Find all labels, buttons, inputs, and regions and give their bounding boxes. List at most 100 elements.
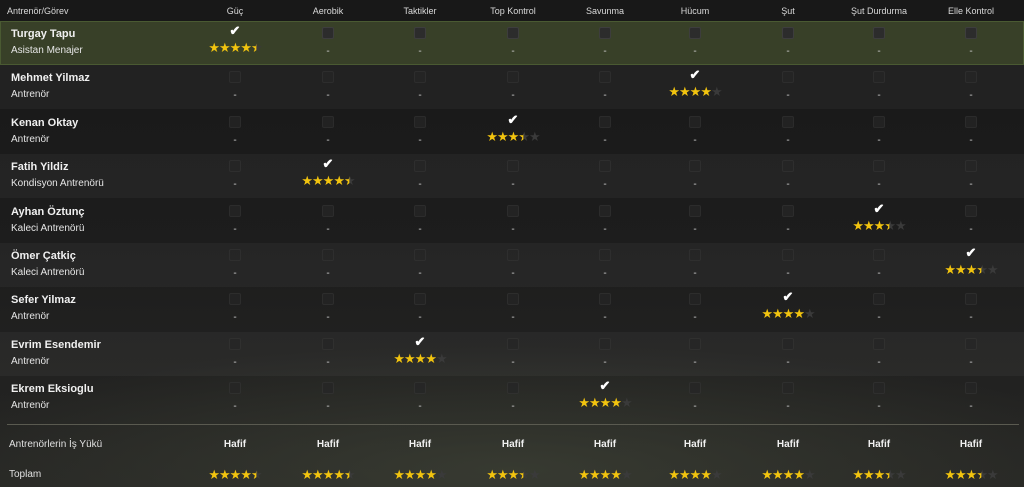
assignment-checkbox[interactable] <box>965 115 977 128</box>
assignment-checkbox[interactable] <box>599 293 611 306</box>
assignment-checkbox[interactable] <box>229 71 241 84</box>
coach-row[interactable]: Kenan OktayAntrenör---✔★★★★★----- <box>0 110 1024 154</box>
assignment-checkbox[interactable] <box>507 249 519 261</box>
check-icon[interactable]: ✔ <box>964 246 978 260</box>
column-header[interactable]: Güç <box>185 6 285 16</box>
assignment-checkbox[interactable] <box>782 27 794 39</box>
assignment-checkbox[interactable] <box>507 27 519 39</box>
assignment-checkbox[interactable] <box>507 71 519 84</box>
coach-name[interactable]: Ömer Çatkiç <box>11 250 76 262</box>
assignment-checkbox[interactable] <box>599 337 611 350</box>
assignment-checkbox[interactable] <box>782 249 794 261</box>
assignment-checkbox[interactable] <box>689 382 701 395</box>
assignment-checkbox[interactable] <box>229 204 241 217</box>
coach-name[interactable]: Kenan Oktay <box>11 117 78 129</box>
assignment-checkbox[interactable] <box>229 160 241 173</box>
assignment-checkbox[interactable] <box>965 382 977 395</box>
assignment-checkbox[interactable] <box>782 160 794 173</box>
assignment-checkbox[interactable] <box>599 27 611 39</box>
column-header[interactable]: Şut <box>738 6 838 16</box>
assignment-checkbox[interactable] <box>599 115 611 128</box>
assignment-checkbox[interactable] <box>965 337 977 350</box>
coach-row[interactable]: Mehmet Yilmaz Antrenör - - - - - ✔ ★★★★★ - - - <box>0 65 1024 110</box>
assignment-checkbox[interactable] <box>873 71 885 84</box>
column-header[interactable]: Top Kontrol <box>463 6 563 16</box>
check-icon[interactable]: ✔ <box>413 334 427 349</box>
check-icon[interactable]: ✔ <box>321 157 335 171</box>
assignment-checkbox[interactable] <box>873 293 885 306</box>
assignment-checkbox[interactable] <box>782 337 794 350</box>
assignment-checkbox[interactable] <box>873 27 885 39</box>
assignment-checkbox[interactable] <box>873 249 885 261</box>
assignment-checkbox[interactable] <box>782 71 794 84</box>
assignment-checkbox[interactable] <box>414 71 426 84</box>
coach-name[interactable]: Evrim Esendemir <box>11 339 101 351</box>
assignment-checkbox[interactable] <box>414 115 426 128</box>
coach-name[interactable]: Sefer Yilmaz <box>11 294 76 306</box>
coach-row[interactable]: Ekrem Eksioglu Antrenör - - - - ✔ ★★★★★ - - - - <box>0 376 1024 420</box>
check-icon[interactable]: ✔ <box>688 68 702 82</box>
assignment-checkbox[interactable] <box>782 115 794 128</box>
assignment-checkbox[interactable] <box>599 204 611 217</box>
assignment-checkbox[interactable] <box>507 160 519 173</box>
assignment-checkbox[interactable] <box>414 204 426 217</box>
column-header[interactable]: Hücum <box>645 6 745 16</box>
assignment-checkbox[interactable] <box>322 204 334 217</box>
coach-row[interactable]: Turgay TapuAsistan Menajer✔★★★★★-------- <box>0 21 1024 65</box>
assignment-checkbox[interactable] <box>689 337 701 350</box>
assignment-checkbox[interactable] <box>873 160 885 173</box>
assignment-checkbox[interactable] <box>414 249 426 261</box>
assignment-checkbox[interactable] <box>689 27 701 39</box>
column-header[interactable]: Savunma <box>555 6 655 16</box>
coach-row[interactable]: Ayhan Öztunç Kaleci Antrenörü - - - - - - - ✔ ★★★★… <box>0 199 1024 243</box>
assignment-checkbox[interactable] <box>507 293 519 306</box>
coach-row[interactable]: Sefer Yilmaz Antrenör - - - - - - ✔ ★★★★★ - - <box>0 287 1024 331</box>
check-icon[interactable]: ✔ <box>781 290 795 304</box>
assignment-checkbox[interactable] <box>322 293 334 306</box>
assignment-checkbox[interactable] <box>322 337 334 350</box>
column-header[interactable]: Aerobik <box>278 6 378 16</box>
assignment-checkbox[interactable] <box>873 382 885 395</box>
assignment-checkbox[interactable] <box>965 293 977 306</box>
assignment-checkbox[interactable] <box>322 71 334 84</box>
column-header-coach-role[interactable]: Antrenör/Görev <box>7 6 69 16</box>
coach-row[interactable]: Evrim Esendemir Antrenör - - ✔ ★★★★★ - - - - - - <box>0 331 1024 376</box>
assignment-checkbox[interactable] <box>689 249 701 261</box>
assignment-checkbox[interactable] <box>414 293 426 306</box>
column-header[interactable]: Şut Durdurma <box>829 6 929 16</box>
assignment-checkbox[interactable] <box>322 115 334 128</box>
assignment-checkbox[interactable] <box>689 204 701 217</box>
assignment-checkbox[interactable] <box>599 160 611 173</box>
check-icon[interactable]: ✔ <box>228 24 242 38</box>
assignment-checkbox[interactable] <box>414 160 426 173</box>
assignment-checkbox[interactable] <box>599 249 611 261</box>
column-header[interactable]: Taktikler <box>370 6 470 16</box>
assignment-checkbox[interactable] <box>322 382 334 395</box>
assignment-checkbox[interactable] <box>229 337 241 350</box>
assignment-checkbox[interactable] <box>965 71 977 84</box>
coach-name[interactable]: Ayhan Öztunç <box>11 206 85 218</box>
assignment-checkbox[interactable] <box>322 27 334 39</box>
assignment-checkbox[interactable] <box>965 27 977 39</box>
assignment-checkbox[interactable] <box>229 382 241 395</box>
assignment-checkbox[interactable] <box>414 27 426 39</box>
check-icon[interactable]: ✔ <box>872 201 886 216</box>
coach-name[interactable]: Ekrem Eksioglu <box>11 383 94 395</box>
check-icon[interactable]: ✔ <box>506 112 520 127</box>
assignment-checkbox[interactable] <box>229 293 241 306</box>
assignment-checkbox[interactable] <box>507 204 519 217</box>
assignment-checkbox[interactable] <box>782 382 794 395</box>
assignment-checkbox[interactable] <box>873 115 885 128</box>
coach-row[interactable]: Ömer Çatkiç Kaleci Antrenörü - - - - - - - - ✔ ★★★★… <box>0 243 1024 287</box>
coach-name[interactable]: Fatih Yildiz <box>11 161 68 173</box>
assignment-checkbox[interactable] <box>599 71 611 84</box>
assignment-checkbox[interactable] <box>689 115 701 128</box>
assignment-checkbox[interactable] <box>507 382 519 395</box>
assignment-checkbox[interactable] <box>414 382 426 395</box>
assignment-checkbox[interactable] <box>322 249 334 261</box>
check-icon[interactable]: ✔ <box>598 379 612 393</box>
assignment-checkbox[interactable] <box>873 337 885 350</box>
assignment-checkbox[interactable] <box>782 204 794 217</box>
assignment-checkbox[interactable] <box>229 115 241 128</box>
assignment-checkbox[interactable] <box>229 249 241 261</box>
